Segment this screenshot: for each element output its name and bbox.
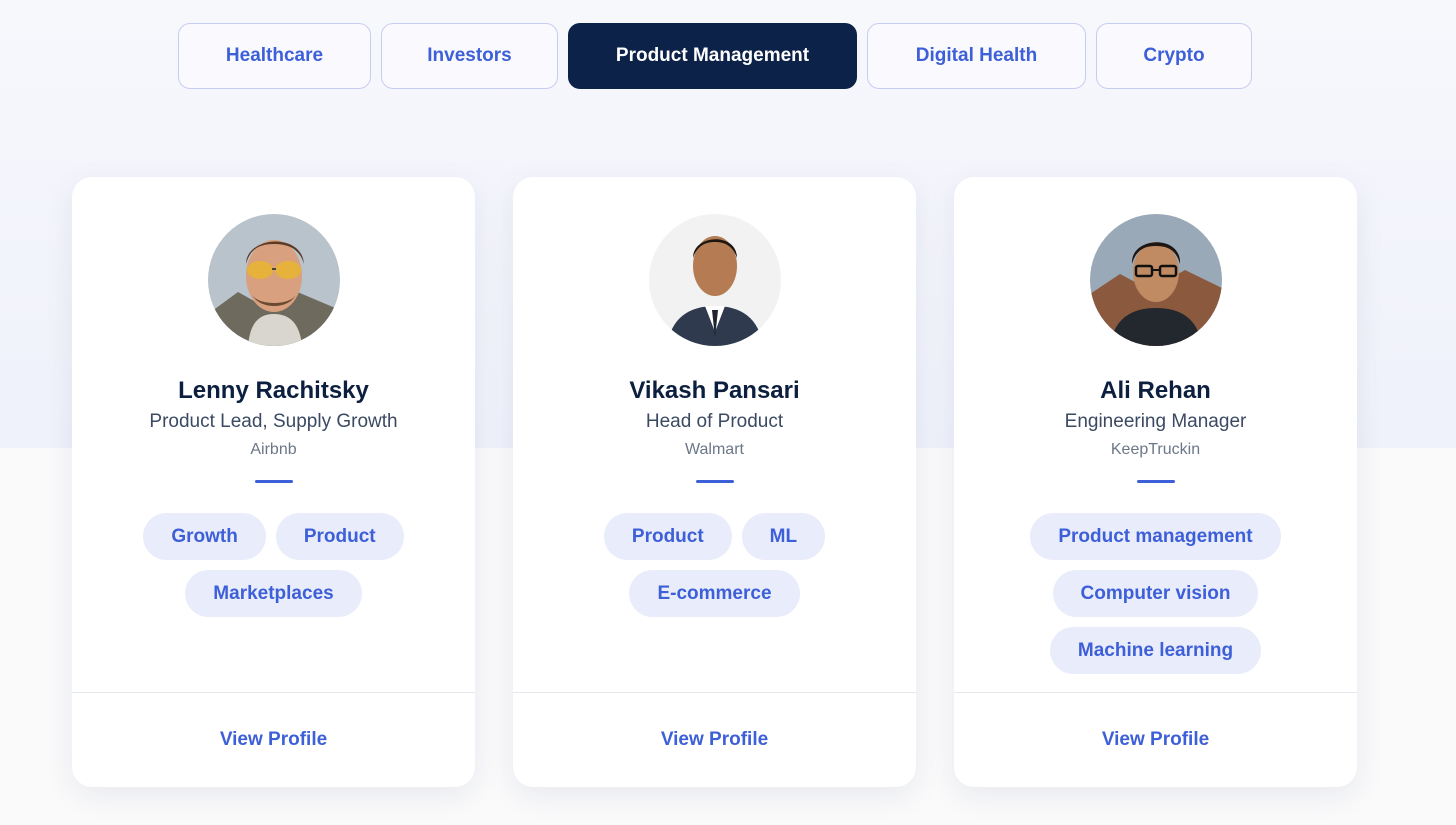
avatar — [1090, 214, 1222, 346]
mentor-role: Head of Product — [645, 411, 784, 432]
tag-chip[interactable]: Computer vision — [1052, 570, 1259, 617]
tag-chip[interactable]: Machine learning — [1049, 627, 1262, 674]
mentor-role: Engineering Manager — [1064, 411, 1247, 432]
tab-healthcare[interactable]: Healthcare — [178, 23, 371, 89]
tag-list: Growth Product Marketplaces — [112, 513, 435, 617]
accent-divider — [255, 480, 293, 483]
tag-chip[interactable]: E-commerce — [629, 570, 800, 617]
view-profile-link[interactable]: View Profile — [513, 729, 916, 751]
tag-chip[interactable]: Growth — [143, 513, 266, 560]
tag-chip[interactable]: Product management — [1030, 513, 1281, 560]
tab-digital-health[interactable]: Digital Health — [867, 23, 1086, 89]
mentor-cards: Lenny Rachitsky Product Lead, Supply Gro… — [72, 177, 1357, 787]
tag-list: Product management Computer vision Machi… — [994, 513, 1317, 674]
mentor-card: Lenny Rachitsky Product Lead, Supply Gro… — [72, 177, 475, 787]
view-profile-link[interactable]: View Profile — [954, 729, 1357, 751]
tag-chip[interactable]: Product — [603, 513, 732, 560]
mentor-company: Airbnb — [250, 441, 297, 458]
mentor-role: Product Lead, Supply Growth — [149, 411, 398, 432]
tag-list: Product ML E-commerce — [553, 513, 876, 617]
mentor-card: Ali Rehan Engineering Manager KeepTrucki… — [954, 177, 1357, 787]
avatar — [208, 214, 340, 346]
tag-chip[interactable]: Marketplaces — [185, 570, 362, 617]
mentor-company: Walmart — [685, 441, 744, 458]
footer-divider — [513, 692, 916, 693]
accent-divider — [1137, 480, 1175, 483]
view-profile-link[interactable]: View Profile — [72, 729, 475, 751]
avatar — [649, 214, 781, 346]
tag-chip[interactable]: Product — [275, 513, 404, 560]
accent-divider — [696, 480, 734, 483]
category-tabs: Healthcare Investors Product Management … — [178, 23, 1252, 89]
tab-product-management[interactable]: Product Management — [568, 23, 857, 89]
mentor-name: Vikash Pansari — [629, 377, 800, 404]
mentor-name: Ali Rehan — [1100, 377, 1211, 404]
tag-chip[interactable]: ML — [741, 513, 826, 560]
mentor-card: Vikash Pansari Head of Product Walmart P… — [513, 177, 916, 787]
mentor-company: KeepTruckin — [1110, 441, 1201, 458]
footer-divider — [72, 692, 475, 693]
footer-divider — [954, 692, 1357, 693]
tab-investors[interactable]: Investors — [381, 23, 558, 89]
tab-crypto[interactable]: Crypto — [1096, 23, 1252, 89]
mentor-name: Lenny Rachitsky — [178, 377, 369, 404]
